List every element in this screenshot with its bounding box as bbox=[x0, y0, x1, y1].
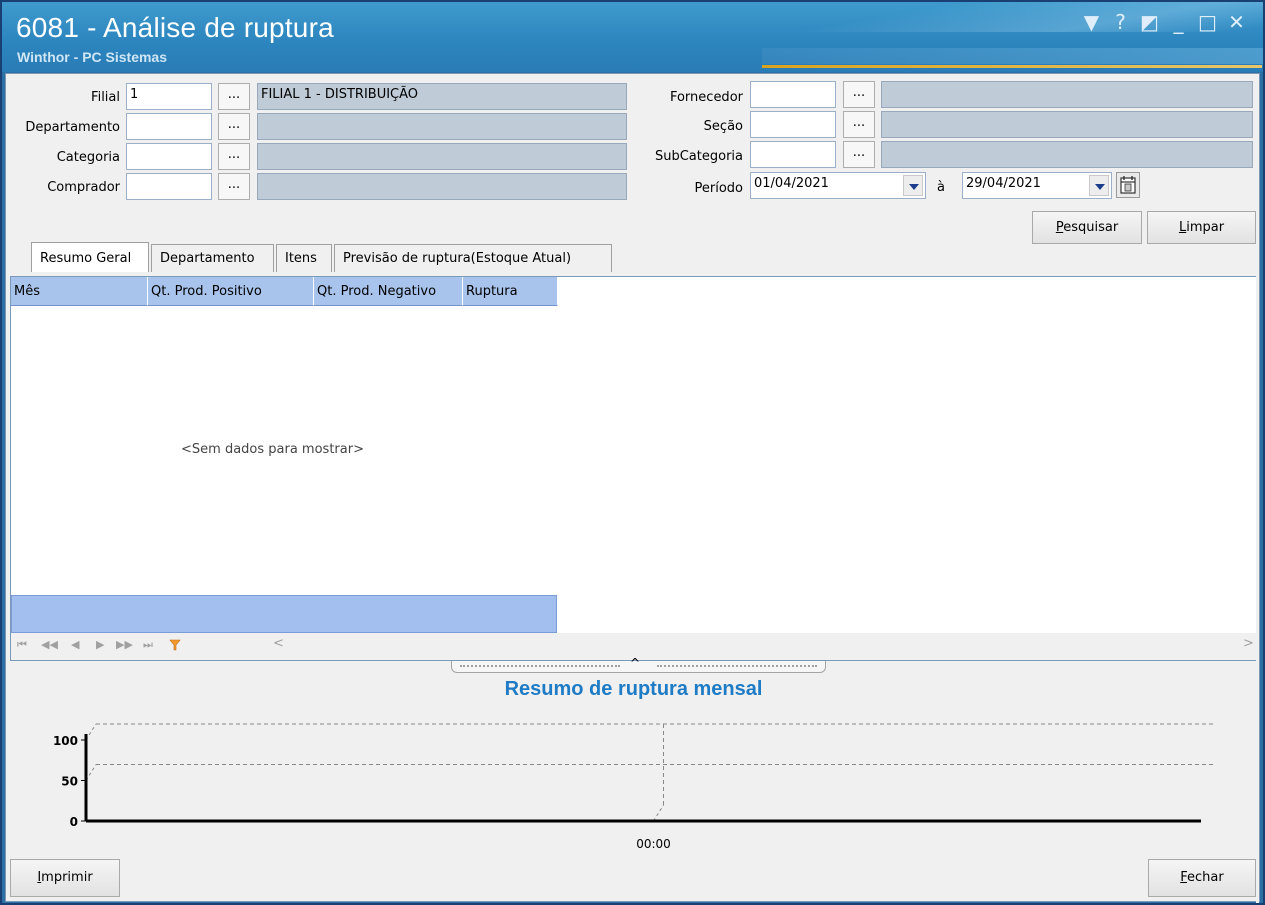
categoria-label: Categoria bbox=[56, 150, 120, 165]
secao-code-input[interactable] bbox=[750, 111, 836, 138]
chart-title: Resumo de ruptura mensal bbox=[504, 678, 763, 700]
chart-y-tick-label: 50 bbox=[61, 775, 78, 789]
column-header-negativo[interactable]: Qt. Prod. Negativo bbox=[314, 277, 463, 306]
subcategoria-lookup-button[interactable]: ... bbox=[843, 141, 875, 168]
prev-record-icon[interactable]: ◀ bbox=[71, 638, 79, 651]
title-decoration-band bbox=[762, 48, 1263, 64]
fornecedor-code-input[interactable] bbox=[750, 81, 836, 108]
categoria-lookup-button[interactable]: ... bbox=[218, 143, 250, 170]
comprador-lookup-button[interactable]: ... bbox=[218, 173, 250, 200]
window-subtitle: Winthor - PC Sistemas bbox=[17, 49, 168, 65]
fornecedor-label: Fornecedor bbox=[669, 90, 743, 105]
periodo-separator: à bbox=[937, 180, 945, 195]
filial-label: Filial bbox=[91, 90, 120, 105]
subcategoria-description bbox=[881, 141, 1253, 168]
minimize-icon[interactable]: _ bbox=[1164, 10, 1193, 34]
scroll-left-icon[interactable]: < bbox=[273, 636, 284, 651]
categoria-description bbox=[257, 143, 627, 170]
splitter-grip-right bbox=[657, 665, 817, 667]
secao-lookup-button[interactable]: ... bbox=[843, 111, 875, 138]
window-controls: ▼ ? ◩ _ □ ✕ bbox=[1077, 10, 1251, 34]
column-header-mes[interactable]: Mês bbox=[11, 277, 148, 306]
help-icon[interactable]: ? bbox=[1106, 10, 1135, 34]
title-bar[interactable]: 6081 - Análise de ruptura Winthor - PC S… bbox=[2, 2, 1263, 72]
menu-dropdown-icon[interactable]: ▼ bbox=[1077, 10, 1106, 34]
grid-header: Mês Qt. Prod. Positivo Qt. Prod. Negativ… bbox=[11, 277, 558, 306]
window-title: 6081 - Análise de ruptura bbox=[16, 12, 334, 43]
limpar-button[interactable]: Limpar bbox=[1147, 211, 1256, 244]
column-header-ruptura[interactable]: Ruptura bbox=[463, 277, 558, 306]
comprador-code-input[interactable] bbox=[126, 173, 212, 200]
imprimir-button[interactable]: Imprimir bbox=[10, 859, 120, 897]
empty-grid-message: <Sem dados para mostrar> bbox=[181, 442, 364, 457]
comprador-label: Comprador bbox=[47, 180, 120, 195]
title-gold-line bbox=[762, 65, 1262, 68]
splitter-grip-left bbox=[460, 665, 620, 667]
comprador-description bbox=[257, 173, 627, 200]
filial-description: FILIAL 1 - DISTRIBUIÇÃO bbox=[257, 83, 627, 110]
tab-departamento[interactable]: Departamento bbox=[151, 244, 274, 272]
column-header-positivo[interactable]: Qt. Prod. Positivo bbox=[148, 277, 314, 306]
chart-gridline-depth bbox=[653, 804, 664, 822]
periodo-start-input[interactable]: 01/04/2021 bbox=[750, 172, 926, 199]
departamento-code-input[interactable] bbox=[126, 113, 212, 140]
restore-layout-icon[interactable]: ◩ bbox=[1135, 10, 1164, 34]
edge-strip bbox=[1256, 74, 1259, 903]
fechar-button[interactable]: Fechar bbox=[1148, 859, 1256, 897]
periodo-label: Período bbox=[694, 181, 744, 196]
panel-splitter[interactable]: ^ bbox=[451, 656, 826, 673]
last-page-icon[interactable]: ⏭ bbox=[143, 638, 153, 652]
tab-previsao-ruptura[interactable]: Previsão de ruptura(Estoque Atual) bbox=[334, 244, 612, 272]
chart-x-tick-label: 00:00 bbox=[636, 837, 671, 851]
filter-icon[interactable] bbox=[169, 639, 181, 651]
departamento-description bbox=[257, 113, 627, 140]
periodo-end-dropdown[interactable] bbox=[1089, 175, 1109, 196]
prev-page-icon[interactable]: ◀◀ bbox=[41, 638, 58, 651]
secao-label: Seção bbox=[703, 119, 743, 134]
categoria-code-input[interactable] bbox=[126, 143, 212, 170]
collapse-caret-icon[interactable]: ^ bbox=[630, 656, 640, 670]
app-window: 6081 - Análise de ruptura Winthor - PC S… bbox=[0, 0, 1265, 905]
secao-description bbox=[881, 111, 1253, 138]
filial-code-input[interactable]: 1 bbox=[126, 83, 212, 110]
fornecedor-description bbox=[881, 81, 1253, 108]
results-grid[interactable]: Mês Qt. Prod. Positivo Qt. Prod. Negativ… bbox=[10, 276, 1260, 661]
chart-y-tick-label: 100 bbox=[53, 734, 78, 748]
next-record-icon[interactable]: ▶ bbox=[96, 638, 104, 651]
chart-plot: 0 50 100 00:00 bbox=[53, 723, 1216, 851]
periodo-start-dropdown[interactable] bbox=[903, 175, 923, 196]
tab-itens[interactable]: Itens bbox=[276, 244, 332, 272]
ruptura-chart: 0 50 100 00:00 bbox=[53, 723, 1216, 851]
next-page-icon[interactable]: ▶▶ bbox=[116, 638, 133, 651]
fornecedor-lookup-button[interactable]: ... bbox=[843, 81, 875, 108]
maximize-icon[interactable]: □ bbox=[1193, 10, 1222, 34]
grid-footer-summary bbox=[11, 595, 557, 633]
departamento-lookup-button[interactable]: ... bbox=[218, 113, 250, 140]
chart-y-tick-label: 0 bbox=[70, 815, 78, 829]
calendar-icon[interactable] bbox=[1116, 172, 1140, 198]
tab-resumo-geral[interactable]: Resumo Geral bbox=[31, 242, 149, 272]
subcategoria-label: SubCategoria bbox=[654, 149, 743, 164]
subcategoria-code-input[interactable] bbox=[750, 141, 836, 168]
first-page-icon[interactable]: ⏮ bbox=[17, 638, 27, 652]
departamento-label: Departamento bbox=[25, 120, 120, 135]
filial-lookup-button[interactable]: ... bbox=[218, 83, 250, 110]
pesquisar-button[interactable]: Pesquisar bbox=[1032, 211, 1142, 244]
scroll-right-icon[interactable]: > bbox=[1243, 636, 1254, 651]
close-icon[interactable]: ✕ bbox=[1222, 10, 1251, 34]
main-panel: Filial 1 ... FILIAL 1 - DISTRIBUIÇÃO Dep… bbox=[5, 73, 1260, 903]
